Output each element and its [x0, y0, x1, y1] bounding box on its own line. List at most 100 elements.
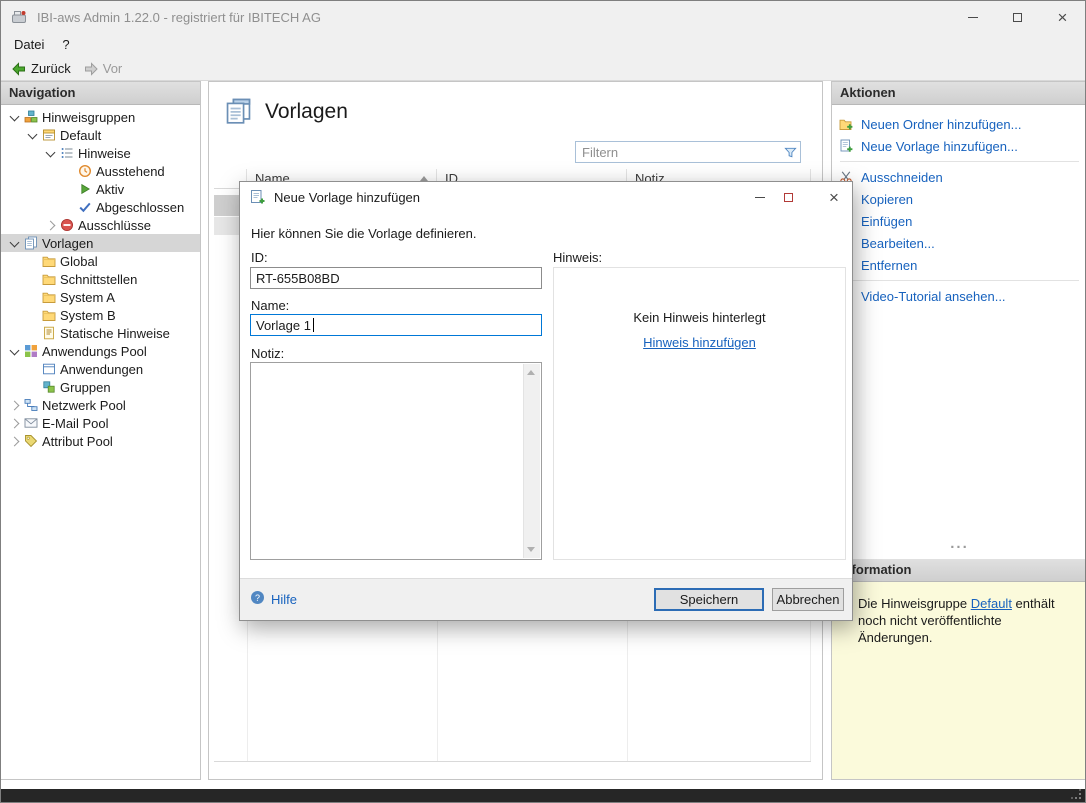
navigation-header: Navigation [1, 82, 200, 105]
action-item-label: Bearbeiten... [861, 236, 935, 251]
tree-item-label: Gruppen [57, 380, 115, 395]
templates-icon [23, 236, 39, 250]
chevron-spacer [61, 163, 77, 179]
help-label: Hilfe [271, 592, 297, 607]
tree-item[interactable]: Global [1, 252, 200, 270]
tree-item[interactable]: Vorlagen [1, 234, 200, 252]
name-field-wrap [250, 314, 542, 336]
dialog-close-button[interactable]: × [820, 182, 848, 212]
navigation-panel: Navigation HinweisgruppenDefaultHinweise… [1, 81, 201, 780]
tree-item[interactable]: Ausstehend [1, 162, 200, 180]
exclusion-icon [59, 218, 75, 232]
save-button[interactable]: Speichern [654, 588, 764, 611]
static-notice-icon [41, 326, 57, 340]
tree-item[interactable]: E-Mail Pool [1, 414, 200, 432]
folder-icon [41, 290, 57, 304]
tree-item-label: Statische Hinweise [57, 326, 174, 341]
chevron-right-icon[interactable] [7, 415, 23, 431]
section-splitter[interactable]: ... [832, 538, 1086, 550]
menu-datei[interactable]: Datei [5, 33, 53, 57]
tree-item[interactable]: Statische Hinweise [1, 324, 200, 342]
notiz-scrollbar[interactable] [523, 364, 540, 558]
back-label: Zurück [31, 61, 71, 76]
action-item[interactable]: Entfernen [832, 254, 1086, 276]
dialog-maximize-button[interactable] [774, 182, 802, 212]
menu-bar: Datei ? [1, 33, 1085, 57]
chevron-right-icon[interactable] [7, 433, 23, 449]
forward-arrow-icon [83, 61, 99, 77]
tree-item[interactable]: Netzwerk Pool [1, 396, 200, 414]
network-icon [23, 398, 39, 412]
window-minimize-button[interactable] [950, 1, 995, 33]
window-close-button[interactable]: × [1040, 1, 1085, 33]
chevron-down-icon[interactable] [25, 127, 41, 143]
tree-item[interactable]: Aktiv [1, 180, 200, 198]
id-field[interactable] [250, 267, 542, 289]
help-icon: ? [250, 590, 265, 608]
filter-funnel-icon[interactable] [780, 146, 800, 159]
chevron-down-icon[interactable] [43, 145, 59, 161]
action-item[interactable]: Kopieren [832, 188, 1086, 210]
name-field[interactable] [250, 314, 542, 336]
tree-item-label: Netzwerk Pool [39, 398, 130, 413]
forward-button[interactable]: Vor [77, 58, 129, 80]
scroll-up-icon[interactable] [527, 370, 535, 375]
resize-grip[interactable] [1071, 789, 1081, 799]
toolbar: Zurück Vor [1, 57, 1085, 81]
window-controls: × [950, 1, 1085, 33]
action-item[interactable]: Video-Tutorial ansehen... [832, 285, 1086, 307]
chevron-down-icon[interactable] [7, 343, 23, 359]
tree-item-label: Schnittstellen [57, 272, 141, 287]
action-item[interactable]: Neue Vorlage hinzufügen... [832, 135, 1086, 157]
folder-add-icon [838, 117, 854, 131]
tree-item[interactable]: Ausschlüsse [1, 216, 200, 234]
tree-item[interactable]: Schnittstellen [1, 270, 200, 288]
notiz-field[interactable] [251, 363, 541, 559]
tree-item[interactable]: Hinweise [1, 144, 200, 162]
back-button[interactable]: Zurück [5, 58, 77, 80]
chevron-down-icon[interactable] [7, 109, 23, 125]
tree-item[interactable]: Hinweisgruppen [1, 108, 200, 126]
page-title: Vorlagen [265, 100, 348, 124]
tree-item[interactable]: Attribut Pool [1, 432, 200, 450]
folder-icon [41, 254, 57, 268]
pending-icon [77, 164, 93, 178]
chevron-spacer [25, 307, 41, 323]
action-item[interactable]: Bearbeiten... [832, 232, 1086, 254]
default-group-link[interactable]: Default [971, 596, 1012, 611]
hinweis-add-link[interactable]: Hinweis hinzufügen [643, 335, 756, 350]
filter-input[interactable] [576, 145, 780, 160]
window-maximize-button[interactable] [995, 1, 1040, 33]
window-title: IBI-aws Admin 1.22.0 - registriert für I… [37, 10, 321, 25]
tree-item[interactable]: System A [1, 288, 200, 306]
menu-help[interactable]: ? [53, 33, 78, 57]
action-item[interactable]: Einfügen [832, 210, 1086, 232]
help-link[interactable]: ? Hilfe [250, 590, 297, 608]
tree-item[interactable]: Anwendungs Pool [1, 342, 200, 360]
scroll-down-icon[interactable] [527, 547, 535, 552]
tree-item[interactable]: Abgeschlossen [1, 198, 200, 216]
dialog-footer: ? Hilfe Speichern Abbrechen [240, 578, 852, 620]
cancel-button[interactable]: Abbrechen [772, 588, 844, 611]
dialog-title-bar: Neue Vorlage hinzufügen × [240, 182, 852, 212]
tree-item-label: System A [57, 290, 119, 305]
tree-item[interactable]: Default [1, 126, 200, 144]
status-bar [1, 789, 1085, 802]
title-bar: IBI-aws Admin 1.22.0 - registriert für I… [1, 1, 1085, 33]
action-item[interactable]: Neuen Ordner hinzufügen... [832, 113, 1086, 135]
chevron-right-icon[interactable] [43, 217, 59, 233]
chevron-spacer [25, 271, 41, 287]
chevron-down-icon[interactable] [7, 235, 23, 251]
chevron-right-icon[interactable] [7, 397, 23, 413]
actions-list: Neuen Ordner hinzufügen...Neue Vorlage h… [832, 105, 1086, 307]
tree-item[interactable]: Gruppen [1, 378, 200, 396]
action-item[interactable]: Ausschneiden [832, 166, 1086, 188]
notiz-label: Notiz: [251, 346, 284, 361]
tree-item[interactable]: System B [1, 306, 200, 324]
dialog-minimize-button[interactable] [746, 182, 774, 212]
close-icon: × [829, 189, 839, 206]
app-window: IBI-aws Admin 1.22.0 - registriert für I… [0, 0, 1086, 803]
groups-icon [41, 380, 57, 394]
separator [840, 280, 1079, 281]
tree-item[interactable]: Anwendungen [1, 360, 200, 378]
